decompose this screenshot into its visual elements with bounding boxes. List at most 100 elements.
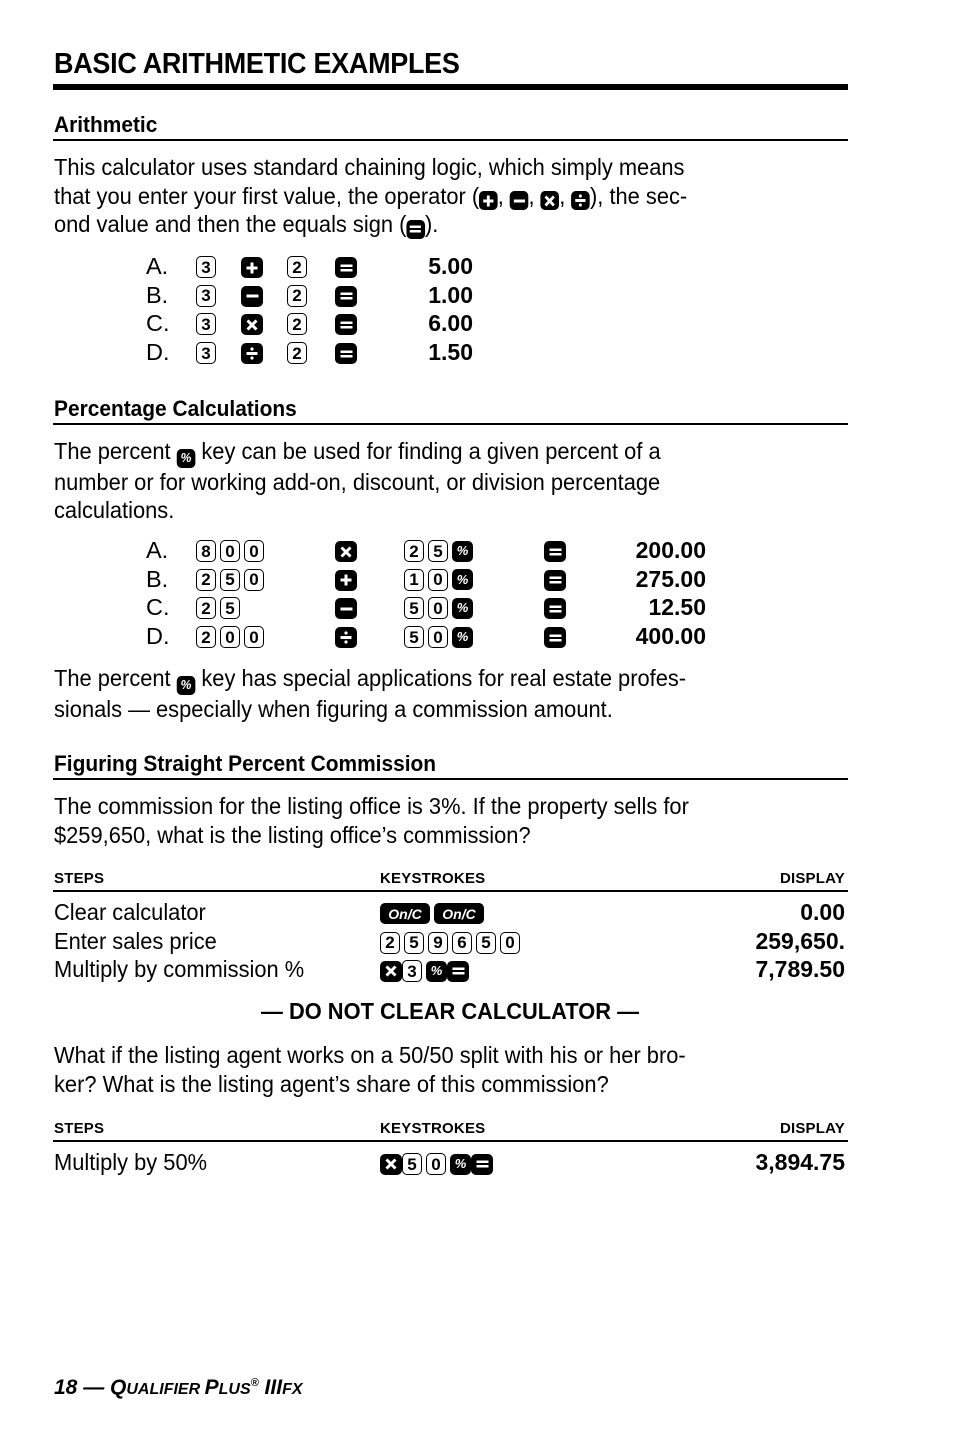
separator: , bbox=[528, 182, 541, 209]
first-operand-keys: 3 bbox=[196, 342, 220, 365]
operator-key bbox=[335, 598, 357, 620]
equals-key-icon bbox=[544, 569, 566, 591]
digit-key-2-icon: 2 bbox=[287, 284, 307, 307]
column-header-keystrokes: KEYSTROKES bbox=[380, 1120, 486, 1137]
keystroke-sequence: 3% bbox=[380, 960, 469, 982]
table-header-rule bbox=[53, 890, 848, 892]
registered-mark: ® bbox=[250, 1377, 259, 1389]
text-line: The percent % key has special applicatio… bbox=[54, 664, 798, 695]
digit-key-5-icon: 5 bbox=[402, 1153, 422, 1175]
percentage-note: The percent % key has special applicatio… bbox=[54, 664, 798, 723]
equals-key bbox=[335, 285, 357, 307]
operator-key bbox=[335, 627, 357, 649]
digit-key-5-icon: 5 bbox=[404, 597, 424, 620]
example-result: 1.50 bbox=[428, 339, 473, 366]
percent-key-icon: % bbox=[426, 960, 447, 982]
digit-key-2-icon: 2 bbox=[196, 597, 216, 620]
times-key-icon bbox=[380, 960, 402, 982]
equals-key-icon bbox=[335, 285, 357, 307]
example-label: D. bbox=[146, 623, 170, 650]
step-text: Clear calculator bbox=[54, 899, 206, 925]
section-rule bbox=[53, 423, 848, 425]
footer-text: III bbox=[258, 1376, 283, 1399]
first-operand-keys: 3 bbox=[196, 313, 220, 336]
footer-text: Q bbox=[110, 1376, 127, 1399]
text-line: ker? What is the listing agent’s share o… bbox=[54, 1070, 609, 1097]
minus-key-icon bbox=[335, 598, 357, 620]
example-result: 5.00 bbox=[428, 253, 473, 279]
operator-key bbox=[241, 257, 263, 278]
equals-key bbox=[335, 257, 357, 278]
separator: , bbox=[497, 182, 510, 209]
text-line: This calculator uses standard chaining l… bbox=[54, 154, 685, 180]
text-line: The commission for the listing office is… bbox=[54, 793, 689, 819]
equals-key-icon bbox=[447, 960, 469, 982]
times-key-icon bbox=[540, 191, 560, 210]
digit-key-8-icon: 8 bbox=[196, 540, 216, 562]
first-operand-keys: 200 bbox=[196, 626, 268, 649]
divide-key-icon bbox=[571, 190, 591, 210]
digit-key-6-icon: 6 bbox=[452, 931, 472, 954]
keystroke-sequence: 5 0% bbox=[380, 1153, 493, 1175]
keystroke-sequence: 259650 bbox=[380, 931, 524, 954]
operator-key bbox=[241, 343, 263, 365]
equals-key-icon bbox=[471, 1153, 493, 1175]
example-result: 400.00 bbox=[635, 623, 706, 650]
commission-paragraph: The commission for the listing office is… bbox=[54, 792, 798, 849]
digit-key-5-icon: 5 bbox=[428, 540, 448, 562]
on-clear-key-icon: On/C bbox=[434, 903, 484, 924]
digit-key-0-icon: 0 bbox=[244, 626, 264, 649]
equals-key-icon bbox=[544, 598, 566, 620]
times-key-icon bbox=[335, 541, 357, 562]
example-label: A. bbox=[146, 253, 169, 279]
example-label: D. bbox=[146, 339, 170, 366]
digit-key-3-icon: 3 bbox=[196, 342, 216, 365]
text-fragment: ). bbox=[424, 211, 439, 237]
operator-key bbox=[335, 569, 357, 591]
text-fragment: The percent bbox=[54, 665, 177, 691]
digit-key-2-icon: 2 bbox=[287, 342, 307, 365]
first-operand-keys: 800 bbox=[196, 540, 268, 562]
example-label: C. bbox=[146, 310, 170, 337]
second-operand-keys: 1 0% bbox=[404, 568, 473, 591]
text-line: ond value and then the equals sign (). bbox=[54, 210, 798, 239]
example-result: 12.50 bbox=[648, 594, 706, 621]
digit-key-2-icon: 2 bbox=[196, 568, 216, 591]
text-fragment: The percent bbox=[54, 438, 177, 464]
percent-key-icon: % bbox=[452, 540, 473, 562]
title-rule bbox=[53, 84, 848, 90]
percent-key-icon: % bbox=[176, 448, 196, 468]
percent-key-icon: % bbox=[176, 675, 196, 695]
equals-key-icon bbox=[544, 541, 566, 562]
digit-key-5-icon: 5 bbox=[404, 931, 424, 954]
text-line: What if the listing agent works on a 50/… bbox=[54, 1042, 686, 1068]
display-value: 3,894.75 bbox=[755, 1149, 845, 1175]
step-text: Enter sales price bbox=[54, 927, 217, 954]
text-fragment: key can be used for finding a given perc… bbox=[195, 438, 661, 464]
page-number: 18 — bbox=[54, 1376, 111, 1399]
plus-key-icon bbox=[335, 569, 357, 591]
section-heading-arithmetic: Arithmetic bbox=[54, 112, 158, 137]
percent-key-icon: % bbox=[176, 675, 196, 695]
operator-key bbox=[335, 541, 357, 562]
text-fragment: ond value and then the equals sign ( bbox=[54, 211, 407, 237]
equals-key-icon bbox=[335, 257, 357, 278]
column-header-steps: STEPS bbox=[54, 1120, 105, 1137]
operator-key bbox=[241, 285, 263, 307]
digit-key-5-icon: 5 bbox=[476, 931, 496, 954]
column-header-display: DISPLAY bbox=[779, 1120, 845, 1137]
section-rule bbox=[53, 778, 848, 780]
column-header-steps: STEPS bbox=[54, 870, 105, 887]
digit-key-0-icon: 0 bbox=[500, 931, 520, 954]
second-operand-keys: 2 bbox=[287, 284, 311, 307]
equals-key-icon bbox=[544, 627, 566, 649]
column-header-display: DISPLAY bbox=[779, 870, 845, 887]
times-key-icon bbox=[380, 1153, 402, 1175]
digit-key-0-icon: 0 bbox=[428, 626, 448, 649]
example-label: B. bbox=[146, 281, 169, 308]
second-operand-keys: 2 bbox=[287, 313, 311, 336]
digit-key-3-icon: 3 bbox=[402, 960, 422, 982]
percentage-paragraph: The percent % key can be used for findin… bbox=[54, 437, 798, 525]
example-result: 1.00 bbox=[428, 281, 473, 308]
digit-key-2-icon: 2 bbox=[287, 313, 307, 336]
